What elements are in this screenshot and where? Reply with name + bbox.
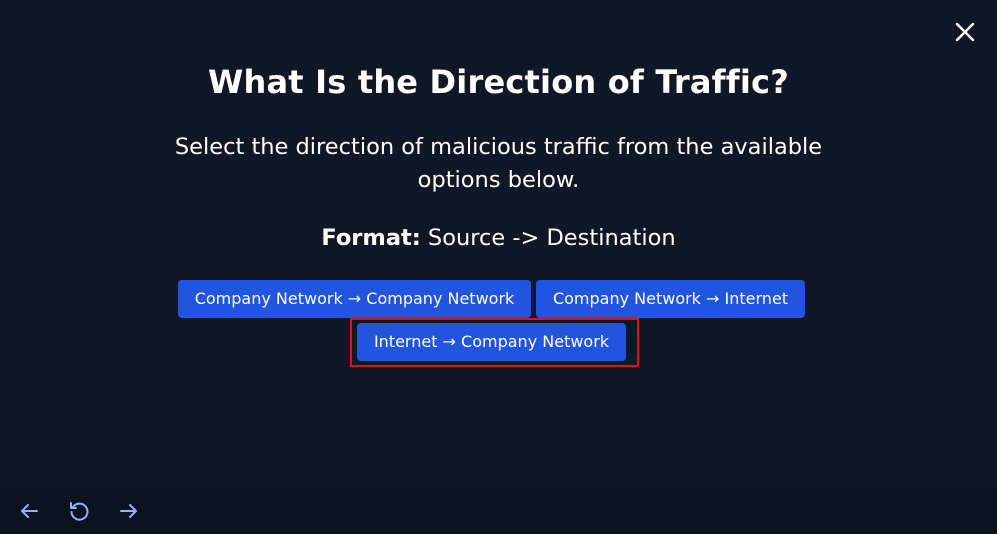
modal-title: What Is the Direction of Traffic? — [208, 63, 789, 101]
modal-dialog: What Is the Direction of Traffic? Select… — [0, 0, 997, 488]
bottom-nav-bar — [0, 488, 997, 534]
format-label: Format: — [321, 225, 421, 251]
reload-icon[interactable] — [68, 500, 90, 522]
option-button-company-to-internet[interactable]: Company Network → Internet — [536, 280, 805, 318]
option-button-company-to-company[interactable]: Company Network → Company Network — [178, 280, 531, 318]
close-icon[interactable] — [953, 20, 977, 44]
format-line: Format: Source -> Destination — [0, 223, 997, 253]
format-value: Source -> Destination — [420, 225, 676, 251]
modal-subtitle: Select the direction of malicious traffi… — [174, 134, 823, 193]
arrow-left-icon[interactable] — [18, 500, 40, 522]
arrow-right-icon[interactable] — [118, 500, 140, 522]
option-button-internet-to-company[interactable]: Internet → Company Network — [357, 323, 626, 361]
